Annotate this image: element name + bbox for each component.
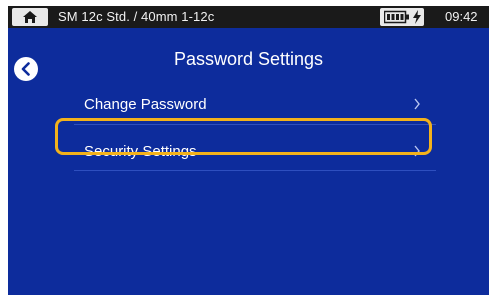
- menu-divider: [74, 170, 436, 171]
- home-icon: [23, 11, 37, 23]
- clock: 09:42: [445, 9, 478, 24]
- selection-highlight: [55, 118, 432, 155]
- battery-full-icon: [384, 10, 409, 24]
- battery-indicator: [380, 8, 424, 26]
- device-screen: SM 12c Std. / 40mm 1-12c 09:42 Password …: [8, 6, 489, 295]
- menu-item-label: Change Password: [84, 96, 207, 113]
- splice-mode-label: SM 12c Std. / 40mm 1-12c: [58, 9, 215, 24]
- home-button[interactable]: [12, 8, 48, 26]
- page-title: Password Settings: [173, 49, 324, 69]
- chevron-right-icon: [414, 98, 420, 110]
- charging-bolt-icon: [413, 10, 421, 24]
- status-bar: SM 12c Std. / 40mm 1-12c 09:42: [8, 6, 489, 28]
